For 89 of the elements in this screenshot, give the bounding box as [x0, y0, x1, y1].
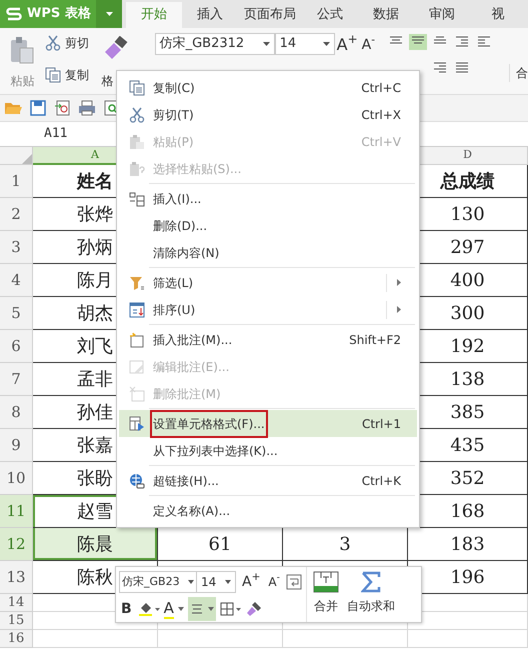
merge-button[interactable]: 合并 — [314, 597, 338, 615]
menu-item[interactable]: 复制(C) Ctrl+C — [119, 74, 417, 101]
font-color-button[interactable]: A — [164, 599, 174, 619]
autosum-button[interactable]: 自动求和 — [347, 597, 395, 615]
row-header[interactable]: 15 — [0, 612, 33, 630]
align-middle-icon[interactable] — [409, 34, 427, 50]
ribbon-tab[interactable]: 开始 — [126, 2, 182, 28]
insert-cells-icon — [129, 190, 145, 206]
shortcut-label: Ctrl+K — [362, 472, 401, 490]
shrink-font-button[interactable]: A$^{-}$ — [266, 570, 282, 594]
borders-icon[interactable] — [220, 602, 242, 616]
copy-icon — [129, 80, 145, 96]
ribbon-tab[interactable]: 数据 — [358, 2, 414, 28]
bold-button[interactable]: B — [119, 597, 134, 621]
format-cells-icon — [129, 416, 145, 432]
font-select[interactable]: 仿宋_GB2312 — [154, 33, 275, 55]
caret-icon — [322, 42, 330, 46]
row-header[interactable]: 5 — [0, 297, 33, 330]
copy-label[interactable]: 复制 — [64, 66, 89, 84]
ribbon-tab[interactable]: 审阅 — [414, 2, 470, 28]
align-button[interactable] — [188, 597, 216, 621]
save-icon[interactable] — [30, 100, 46, 116]
shortcut-label: Ctrl+1 — [362, 416, 401, 432]
row-header[interactable]: 6 — [0, 330, 33, 363]
row-header[interactable]: 3 — [0, 231, 33, 264]
ribbon-tab[interactable]: 插入 — [182, 2, 238, 28]
row-header[interactable]: 7 — [0, 363, 33, 396]
logo-icon — [6, 7, 22, 21]
font-select[interactable]: 仿宋_GB23 — [119, 571, 197, 593]
wrap-text-icon[interactable] — [286, 574, 302, 590]
merge-cells-icon[interactable] — [313, 571, 339, 593]
ribbon-tab[interactable]: 页面布局 — [238, 2, 302, 28]
fill-color-icon[interactable] — [138, 602, 160, 616]
clipboard-icon — [129, 160, 145, 176]
row-header[interactable]: 2 — [0, 198, 33, 231]
caret-icon[interactable] — [178, 607, 184, 611]
row-header[interactable]: 8 — [0, 396, 33, 429]
menu-item[interactable]: 设置单元格格式(F)... Ctrl+1 — [119, 410, 417, 437]
table-cell: 183 — [408, 528, 528, 561]
grow-font-button[interactable]: A$^{+}$ — [240, 570, 262, 594]
note-icon — [129, 332, 145, 348]
print-icon[interactable] — [78, 100, 96, 116]
note-x-icon — [129, 386, 145, 402]
submenu-arrow-icon — [397, 279, 401, 286]
table-cell: 陈晨 — [33, 528, 158, 561]
shortcut-label: Shift+F2 — [349, 332, 401, 348]
row-header[interactable]: 4 — [0, 264, 33, 297]
ribbon-tab[interactable]: 公式 — [302, 2, 358, 28]
scissors-icon — [129, 106, 145, 122]
row-header[interactable]: 16 — [0, 630, 33, 648]
size-select[interactable]: 14 — [196, 571, 236, 593]
cut-label[interactable]: 剪切 — [64, 34, 89, 52]
scissors-icon — [44, 35, 61, 51]
size-select[interactable]: 14 — [274, 33, 335, 55]
menu-item[interactable]: 剪切(T) Ctrl+X — [119, 101, 417, 128]
paste-icon[interactable] — [9, 36, 36, 64]
clipboard-icon — [129, 134, 145, 150]
shortcut-label: Ctrl+C — [361, 80, 401, 96]
copy-icon — [44, 67, 61, 83]
caret-icon — [225, 580, 231, 584]
globe-icon — [129, 472, 145, 488]
name-box[interactable]: A11 — [44, 124, 68, 144]
app-title: WPS 表格 — [27, 5, 91, 24]
caret-icon — [262, 42, 270, 46]
export-icon[interactable] — [54, 100, 70, 116]
caret-icon[interactable] — [106, 12, 112, 16]
shortcut-label: Ctrl+X — [361, 106, 401, 124]
caret-icon — [188, 580, 194, 584]
row-header[interactable]: 1 — [0, 165, 33, 198]
submenu-arrow-icon — [397, 306, 401, 313]
menu-label: 复制(C) — [153, 80, 195, 96]
row-header[interactable]: 11 — [0, 495, 33, 528]
brush-icon[interactable] — [246, 601, 262, 617]
row-header[interactable]: 10 — [0, 462, 33, 495]
row-header[interactable]: 14 — [0, 594, 33, 612]
row-header[interactable]: 9 — [0, 429, 33, 462]
row-header[interactable]: 12 — [0, 528, 33, 561]
row-header[interactable]: 13 — [0, 561, 33, 594]
shrink-font-button[interactable]: A$^{-}$ — [360, 33, 377, 57]
sort-icon — [129, 302, 145, 318]
shortcut-label: Ctrl+V — [361, 134, 401, 150]
align-center-icon — [190, 603, 204, 615]
ribbon-tab[interactable]: 视 — [470, 2, 526, 28]
sigma-icon[interactable] — [361, 571, 381, 593]
menu-label: 剪切(T) — [153, 106, 194, 124]
funnel-icon — [129, 274, 145, 290]
grow-font-button[interactable]: A$^{+}$ — [334, 33, 360, 57]
note-pencil-icon — [129, 358, 145, 374]
merge-label[interactable]: 合 — [509, 64, 528, 82]
